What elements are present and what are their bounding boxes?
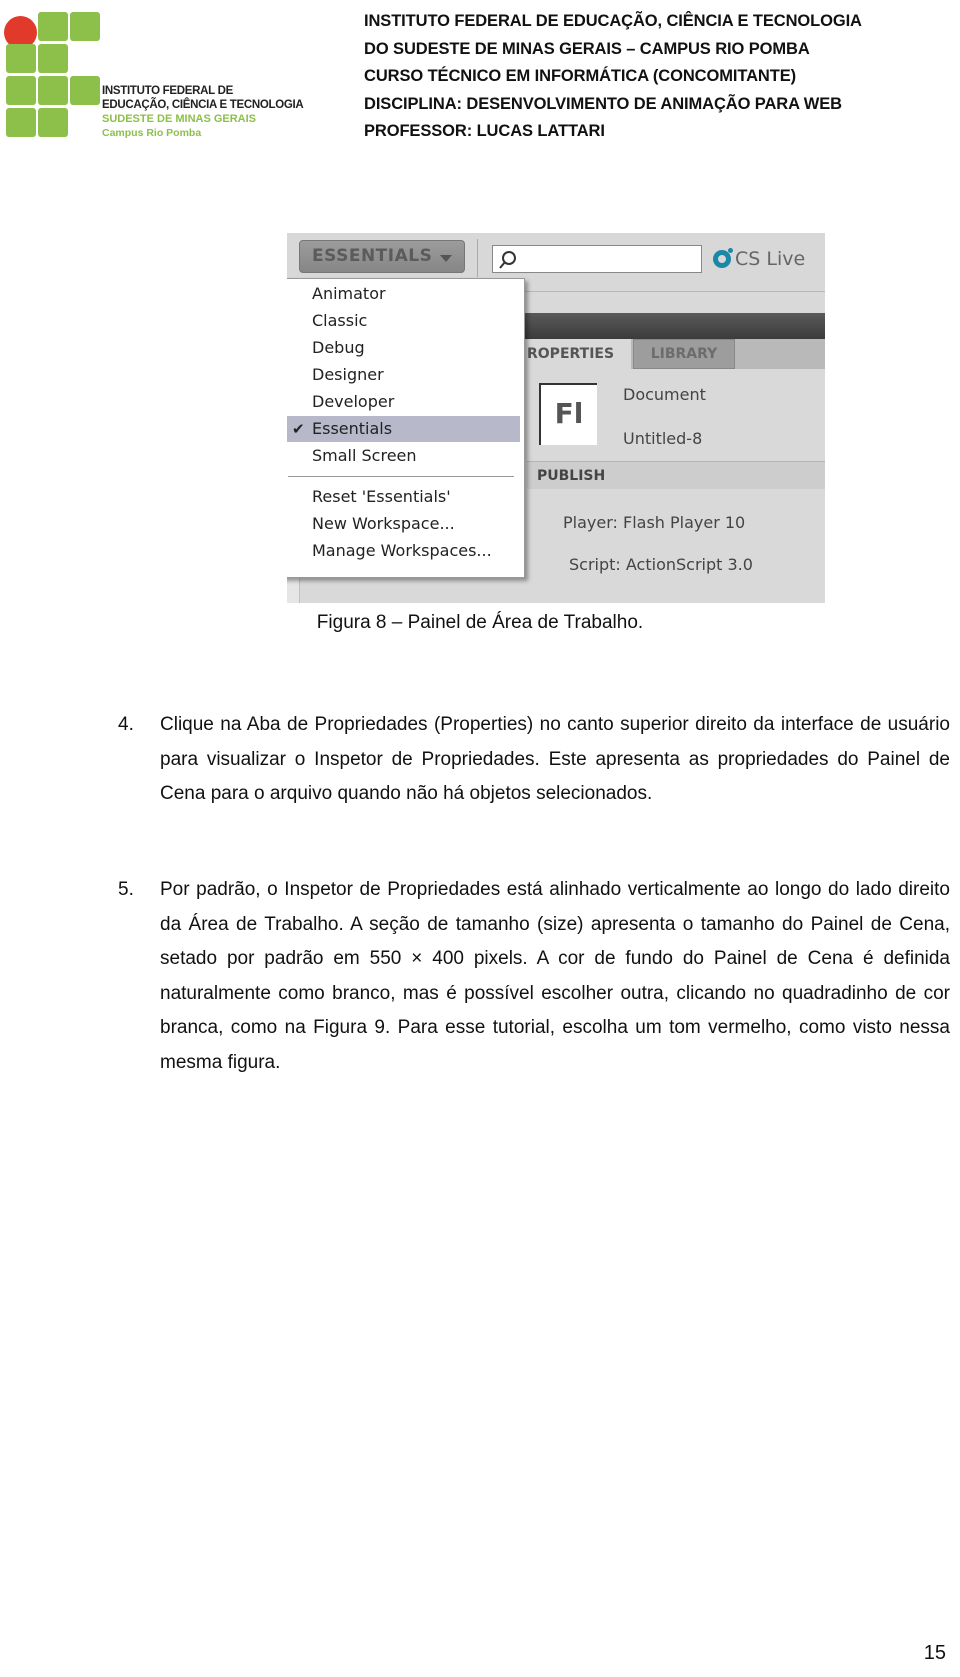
logo-square	[6, 108, 36, 137]
logo-square	[38, 44, 68, 73]
list-item: 5. Por padrão, o Inspetor de Propriedade…	[118, 873, 950, 1080]
cs-live-label: CS Live	[735, 248, 806, 270]
logo-square	[38, 12, 68, 41]
menu-item-label: Developer	[312, 392, 395, 411]
caret-down-icon	[440, 255, 452, 262]
header-line: INSTITUTO FEDERAL DE EDUCAÇÃO, CIÊNCIA E…	[364, 12, 862, 30]
document-name: Untitled-8	[623, 429, 703, 448]
search-icon	[499, 251, 516, 269]
list-item: 4. Clique na Aba de Propriedades (Proper…	[118, 708, 950, 812]
panel-tabs: ROPERTIES LIBRARY	[527, 339, 825, 369]
menu-item-label: New Workspace...	[312, 514, 455, 533]
institution-logo: INSTITUTO FEDERAL DE EDUCAÇÃO, CIÊNCIA E…	[4, 8, 304, 140]
search-input[interactable]	[492, 245, 702, 273]
menu-separator	[288, 476, 514, 477]
logo-square	[6, 44, 36, 73]
menu-item-new-workspace[interactable]: New Workspace...	[287, 511, 520, 537]
menu-item-classic[interactable]: Classic	[287, 308, 520, 334]
logo-line: EDUCAÇÃO, CIÊNCIA E TECNOLOGIA	[102, 99, 304, 111]
menu-item-label: Animator	[312, 284, 386, 303]
publish-player: Player: Flash Player 10	[563, 513, 746, 532]
menu-item-reset-workspace[interactable]: Reset 'Essentials'	[287, 484, 520, 510]
tab-library[interactable]: LIBRARY	[633, 339, 735, 369]
workspace-panel-screenshot: ESSENTIALS CS Live ROPERTIES LIBRARY Fl …	[287, 233, 825, 603]
menu-item-debug[interactable]: Debug	[287, 335, 520, 361]
menu-item-label: Essentials	[312, 419, 393, 438]
logo-square	[38, 108, 68, 137]
header-line: DO SUDESTE DE MINAS GERAIS – CAMPUS RIO …	[364, 39, 810, 58]
cs-live-icon	[713, 248, 733, 268]
header-line: CURSO TÉCNICO EM INFORMÁTICA (CONCOMITAN…	[364, 67, 796, 85]
document-header: INSTITUTO FEDERAL DE EDUCAÇÃO, CIÊNCIA E…	[364, 8, 862, 146]
list-item-number: 4.	[118, 714, 134, 735]
menu-item-designer[interactable]: Designer	[287, 362, 520, 388]
menu-item-label: Small Screen	[312, 446, 417, 465]
list-item-text: Clique na Aba de Propriedades (Propertie…	[160, 714, 950, 804]
workspace-switcher-label: ESSENTIALS	[312, 246, 433, 266]
logo-square	[38, 76, 68, 105]
tab-properties[interactable]: ROPERTIES	[527, 339, 631, 369]
menu-item-label: Classic	[312, 311, 368, 330]
cs-live-button[interactable]: CS Live	[713, 245, 805, 273]
menu-item-animator[interactable]: Animator	[287, 281, 520, 307]
flash-document-icon: Fl	[539, 383, 597, 445]
logo-line: Campus Rio Pomba	[102, 127, 202, 139]
list-item-text: Por padrão, o Inspetor de Propriedades e…	[160, 879, 950, 1073]
logo-square	[70, 12, 100, 41]
menu-item-label: Manage Workspaces...	[312, 541, 492, 560]
logo-square	[6, 76, 36, 105]
document-type: Document	[623, 385, 706, 404]
header-line: DISCIPLINA: DESENVOLVIMENTO DE ANIMAÇÃO …	[364, 94, 842, 113]
logo-text: INSTITUTO FEDERAL DE EDUCAÇÃO, CIÊNCIA E…	[102, 84, 304, 140]
checkmark-icon: ✔	[292, 420, 305, 438]
list-item-number: 5.	[118, 879, 134, 900]
page-number: 15	[923, 1642, 946, 1664]
menu-item-manage-workspaces[interactable]: Manage Workspaces...	[287, 538, 520, 564]
menu-item-label: Designer	[312, 365, 384, 384]
logo-line: SUDESTE DE MINAS GERAIS	[102, 113, 257, 125]
menu-item-essentials[interactable]: ✔ Essentials	[287, 416, 520, 442]
header-line: PROFESSOR: LUCAS LATTARI	[364, 122, 605, 140]
publish-script: Script: ActionScript 3.0	[569, 555, 753, 574]
logo-line: INSTITUTO FEDERAL DE	[102, 85, 233, 97]
menu-item-label: Debug	[312, 338, 365, 357]
toolbar-divider	[477, 239, 478, 277]
logo-square	[70, 76, 100, 105]
menu-item-label: Reset 'Essentials'	[312, 487, 451, 506]
publish-section-header[interactable]: PUBLISH	[527, 461, 825, 489]
menu-item-small-screen[interactable]: Small Screen	[287, 443, 520, 469]
menu-item-developer[interactable]: Developer	[287, 389, 520, 415]
figure-caption: Figura 8 – Painel de Área de Trabalho.	[316, 612, 644, 633]
workspace-switcher-button[interactable]: ESSENTIALS	[299, 240, 465, 273]
workspace-menu: Animator Classic Debug Designer Develope…	[287, 278, 525, 578]
